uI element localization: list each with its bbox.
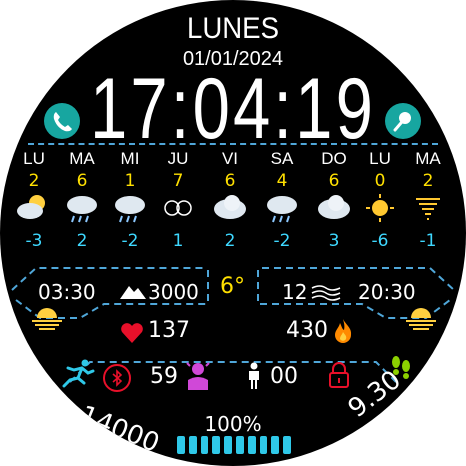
person-icon (249, 362, 259, 389)
people-count: 00 (270, 364, 298, 389)
battery-segment (283, 436, 291, 454)
stress-icon (186, 362, 210, 390)
watch-face: LUNES 01/01/2024 17:04:19 LU 2 -3 MA 6 2… (0, 0, 466, 466)
battery-segment (271, 436, 280, 454)
battery-segment (259, 436, 268, 454)
battery-segment (224, 436, 232, 454)
battery-segment (177, 436, 185, 454)
battery-segment (212, 436, 221, 454)
battery-percent: 100% (204, 412, 262, 436)
battery-segment (247, 436, 256, 454)
battery-segment (200, 436, 209, 454)
battery-segment (235, 436, 244, 454)
battery-segment (188, 436, 197, 454)
running-icon (62, 359, 95, 388)
battery-bar (177, 436, 291, 456)
bluetooth-button[interactable] (103, 364, 131, 392)
lock-icon[interactable] (328, 362, 350, 388)
bluetooth-icon (112, 369, 123, 387)
stress-value: 59 (150, 364, 178, 389)
